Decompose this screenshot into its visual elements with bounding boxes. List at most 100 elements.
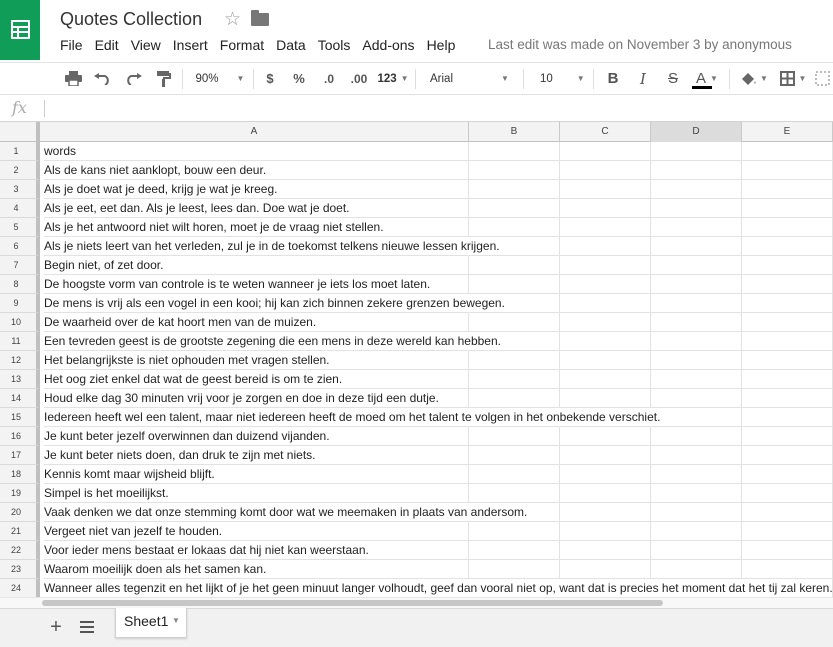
cell-d7[interactable]	[651, 256, 742, 275]
row-header[interactable]: 9	[0, 294, 40, 313]
row-header[interactable]: 12	[0, 351, 40, 370]
cell-c18[interactable]	[560, 465, 651, 484]
cell-c6[interactable]	[560, 237, 651, 256]
menu-data[interactable]: Data	[270, 36, 312, 56]
fill-color-icon[interactable]: ▼	[737, 63, 771, 94]
cell-c7[interactable]	[560, 256, 651, 275]
cell-c22[interactable]	[560, 541, 651, 560]
row-header[interactable]: 23	[0, 560, 40, 579]
font-size-dropdown[interactable]: 10 ▼	[532, 63, 588, 94]
menu-tools[interactable]: Tools	[312, 36, 357, 56]
cell-d5[interactable]	[651, 218, 742, 237]
row-header[interactable]: 15	[0, 408, 40, 427]
row-header[interactable]: 24	[0, 579, 40, 597]
cell-d6[interactable]	[651, 237, 742, 256]
row-header[interactable]: 1	[0, 142, 40, 161]
cell-b10[interactable]	[469, 313, 560, 332]
row-header[interactable]: 21	[0, 522, 40, 541]
cell-c19[interactable]	[560, 484, 651, 503]
cell-e8[interactable]	[742, 275, 833, 294]
strikethrough-button[interactable]: S	[663, 63, 683, 94]
cell-d9[interactable]	[651, 294, 742, 313]
row-header[interactable]: 20	[0, 503, 40, 522]
borders-icon[interactable]: ▼	[776, 63, 810, 94]
cell-e17[interactable]	[742, 446, 833, 465]
cell-d15[interactable]	[651, 408, 742, 427]
row-header[interactable]: 3	[0, 180, 40, 199]
cell-c8[interactable]	[560, 275, 651, 294]
cell-b2[interactable]	[469, 161, 560, 180]
cell-d23[interactable]	[651, 560, 742, 579]
row-header[interactable]: 19	[0, 484, 40, 503]
horizontal-scrollbar[interactable]	[0, 597, 833, 608]
cell-e23[interactable]	[742, 560, 833, 579]
undo-icon[interactable]	[91, 63, 113, 94]
cell-c4[interactable]	[560, 199, 651, 218]
cell-b3[interactable]	[469, 180, 560, 199]
cell-b17[interactable]	[469, 446, 560, 465]
cell-e21[interactable]	[742, 522, 833, 541]
cell-d3[interactable]	[651, 180, 742, 199]
more-formats-dropdown[interactable]: 123 ▼	[376, 63, 410, 94]
row-header[interactable]: 16	[0, 427, 40, 446]
column-header-b[interactable]: B	[469, 122, 560, 142]
cell-d20[interactable]	[651, 503, 742, 522]
row-header[interactable]: 13	[0, 370, 40, 389]
menu-addons[interactable]: Add-ons	[356, 36, 420, 56]
merge-cells-icon[interactable]	[815, 63, 833, 94]
column-header-c[interactable]: C	[560, 122, 651, 142]
cell-c9[interactable]	[560, 294, 651, 313]
cell-a1[interactable]	[44, 142, 469, 161]
add-sheet-button[interactable]: +	[47, 616, 65, 638]
scrollbar-thumb[interactable]	[42, 600, 663, 606]
menu-format[interactable]: Format	[214, 36, 270, 56]
star-icon[interactable]: ☆	[224, 8, 241, 31]
cell-e18[interactable]	[742, 465, 833, 484]
cell-c20[interactable]	[560, 503, 651, 522]
row-header[interactable]: 8	[0, 275, 40, 294]
cell-c1[interactable]	[560, 142, 651, 161]
menu-insert[interactable]: Insert	[167, 36, 214, 56]
column-header-d[interactable]: D	[651, 122, 742, 142]
sheet-tab[interactable]: Sheet1 ▼	[115, 608, 187, 638]
cell-b22[interactable]	[469, 541, 560, 560]
text-color-button[interactable]: A ▼	[690, 63, 724, 94]
cell-c12[interactable]	[560, 351, 651, 370]
cell-b1[interactable]	[469, 142, 560, 161]
cell-e10[interactable]	[742, 313, 833, 332]
cell-e1[interactable]	[742, 142, 833, 161]
cell-e9[interactable]	[742, 294, 833, 313]
cell-c17[interactable]	[560, 446, 651, 465]
row-header[interactable]: 18	[0, 465, 40, 484]
row-header[interactable]: 7	[0, 256, 40, 275]
cell-d10[interactable]	[651, 313, 742, 332]
cell-e14[interactable]	[742, 389, 833, 408]
decrease-decimals-button[interactable]: .0	[318, 63, 340, 94]
cell-d14[interactable]	[651, 389, 742, 408]
bold-button[interactable]: B	[603, 63, 623, 94]
cell-c10[interactable]	[560, 313, 651, 332]
folder-icon[interactable]	[251, 10, 269, 26]
cell-b12[interactable]	[469, 351, 560, 370]
select-all-corner[interactable]	[0, 122, 40, 142]
cell-d19[interactable]	[651, 484, 742, 503]
cell-e12[interactable]	[742, 351, 833, 370]
column-header-e[interactable]: E	[742, 122, 833, 142]
cell-d8[interactable]	[651, 275, 742, 294]
cell-d2[interactable]	[651, 161, 742, 180]
cell-e19[interactable]	[742, 484, 833, 503]
cell-c5[interactable]	[560, 218, 651, 237]
cell-c21[interactable]	[560, 522, 651, 541]
cell-e3[interactable]	[742, 180, 833, 199]
row-header[interactable]: 22	[0, 541, 40, 560]
menu-help[interactable]: Help	[421, 36, 462, 56]
formula-input[interactable]	[50, 99, 827, 118]
cell-c3[interactable]	[560, 180, 651, 199]
cell-b8[interactable]	[469, 275, 560, 294]
cell-b14[interactable]	[469, 389, 560, 408]
cell-b19[interactable]	[469, 484, 560, 503]
cell-b16[interactable]	[469, 427, 560, 446]
font-dropdown[interactable]: Arial ▼	[424, 63, 516, 94]
row-header[interactable]: 17	[0, 446, 40, 465]
column-header-a[interactable]: A	[40, 122, 469, 142]
